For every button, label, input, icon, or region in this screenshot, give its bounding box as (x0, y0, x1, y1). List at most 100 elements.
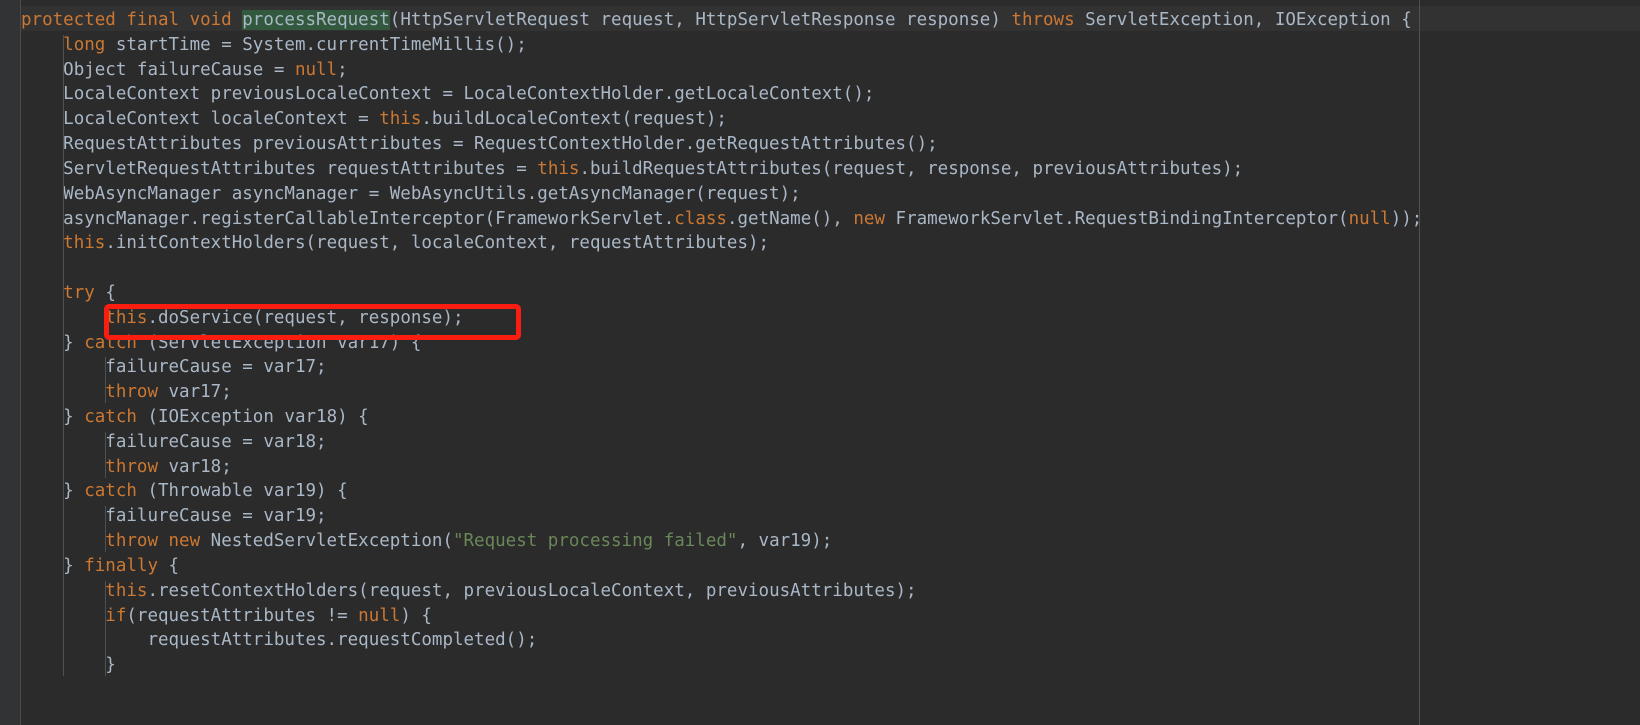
code-line[interactable]: throw new NestedServletException("Reques… (21, 529, 1640, 554)
code-line[interactable]: } (21, 653, 1640, 678)
code-token: throw (105, 456, 169, 477)
code-token: catch (84, 332, 148, 353)
code-token: null (1348, 208, 1391, 229)
code-line[interactable]: this.initContextHolders(request, localeC… (21, 231, 1640, 256)
code-token: class (674, 208, 727, 229)
code-token: LocaleContext localeContext = (63, 109, 380, 130)
code-line[interactable]: failureCause = var18; (21, 430, 1640, 455)
code-line[interactable]: RequestAttributes previousAttributes = R… (21, 132, 1640, 157)
code-line[interactable]: failureCause = var17; (21, 355, 1640, 380)
code-line[interactable]: ServletRequestAttributes requestAttribut… (21, 157, 1640, 182)
code-token: if (105, 605, 127, 626)
code-token: protected final void (21, 10, 243, 30)
code-token: throw new (105, 531, 211, 552)
code-token: FrameworkServlet.RequestBindingIntercept… (895, 208, 1349, 229)
code-token: this (105, 580, 148, 601)
code-line[interactable]: long startTime = System.currentTimeMilli… (21, 33, 1640, 58)
code-token: failureCause = var18; (105, 431, 327, 452)
code-line[interactable]: requestAttributes.requestCompleted(); (21, 628, 1640, 653)
code-line[interactable] (21, 256, 1640, 281)
code-token: catch (84, 481, 148, 502)
code-token: (ServletException var17) { (147, 332, 422, 353)
code-token: ServletRequestAttributes requestAttribut… (63, 158, 538, 179)
code-text-surface[interactable]: protected final void processRequest(Http… (21, 0, 1640, 725)
indent-guide-line (105, 506, 107, 553)
code-token: var17; (168, 382, 232, 403)
code-token: ) { (400, 605, 432, 626)
code-line[interactable]: try { (21, 281, 1640, 306)
indent-guide-line (105, 580, 107, 677)
indent-guide-line (105, 357, 107, 404)
code-token: this (537, 158, 580, 179)
code-token: finally (84, 555, 169, 576)
code-token: startTime = System.currentTimeMillis(); (115, 34, 527, 55)
code-token: .resetContextHolders(request, previousLo… (147, 580, 917, 601)
indent-guide-line (63, 34, 65, 677)
code-token: ServletException, IOException { (1085, 10, 1412, 30)
code-line[interactable]: protected final void processRequest(Http… (21, 8, 1640, 33)
code-line[interactable]: this.resetContextHolders(request, previo… (21, 579, 1640, 604)
code-token: this (63, 233, 106, 254)
code-line[interactable]: Object failureCause = null; (21, 58, 1640, 83)
code-token: failureCause = var17; (105, 357, 327, 378)
highlighted-symbol: processRequest (242, 10, 390, 30)
code-token: null (358, 605, 401, 626)
code-line[interactable]: } catch (Throwable var19) { (21, 479, 1640, 504)
code-token: throws (1011, 10, 1086, 30)
code-token: null (294, 59, 338, 80)
code-line[interactable]: throw var18; (21, 455, 1640, 480)
code-line[interactable]: asyncManager.registerCallableInterceptor… (21, 207, 1640, 232)
code-token: .doService(request, response); (147, 307, 464, 328)
code-token: this (379, 109, 422, 130)
code-line[interactable]: } finally { (21, 554, 1640, 579)
code-line[interactable]: } catch (IOException var18) { (21, 405, 1640, 430)
code-token: asyncManager.registerCallableInterceptor… (63, 208, 675, 229)
code-token: requestAttributes.requestCompleted(); (147, 630, 538, 651)
code-token: } (63, 555, 85, 576)
indent-guide-line (105, 431, 107, 478)
editor-gutter[interactable] (0, 0, 20, 725)
code-token: { (105, 282, 116, 303)
code-line[interactable]: if(requestAttributes != null) { (21, 604, 1640, 629)
code-token: try (63, 282, 106, 303)
code-token: (HttpServletRequest request, HttpServlet… (389, 10, 1012, 30)
code-line[interactable]: LocaleContext previousLocaleContext = Lo… (21, 82, 1640, 107)
code-token: RequestAttributes previousAttributes = R… (63, 134, 938, 155)
code-token: .getName(), (726, 208, 854, 229)
code-token: WebAsyncManager asyncManager = WebAsyncU… (63, 183, 801, 204)
code-token: this (105, 307, 148, 328)
code-token: long (63, 34, 116, 55)
code-token: var18; (168, 456, 232, 477)
code-line[interactable]: throw var17; (21, 380, 1640, 405)
code-token: (IOException var18) { (147, 407, 369, 427)
code-token: .buildLocaleContext(request); (421, 109, 727, 130)
code-token: Object failureCause = (63, 59, 295, 80)
code-token: } (105, 655, 116, 676)
code-token: .buildRequestAttributes(request, respons… (579, 158, 1244, 179)
code-token: } (63, 481, 85, 502)
code-token: LocaleContext previousLocaleContext = Lo… (63, 84, 875, 105)
code-token: .initContextHolders(request, localeConte… (105, 233, 770, 254)
code-token: { (168, 555, 180, 576)
code-line[interactable]: this.doService(request, response); (21, 306, 1640, 331)
code-token: ; (337, 59, 348, 80)
code-line[interactable]: } catch (ServletException var17) { (21, 331, 1640, 356)
code-line[interactable]: WebAsyncManager asyncManager = WebAsyncU… (21, 182, 1640, 207)
code-line[interactable]: failureCause = var19; (21, 504, 1640, 529)
code-token: , var19); (737, 531, 833, 552)
code-line[interactable]: LocaleContext localeContext = this.build… (21, 107, 1640, 132)
code-token: NestedServletException( (210, 531, 453, 552)
code-token: } (63, 332, 85, 353)
